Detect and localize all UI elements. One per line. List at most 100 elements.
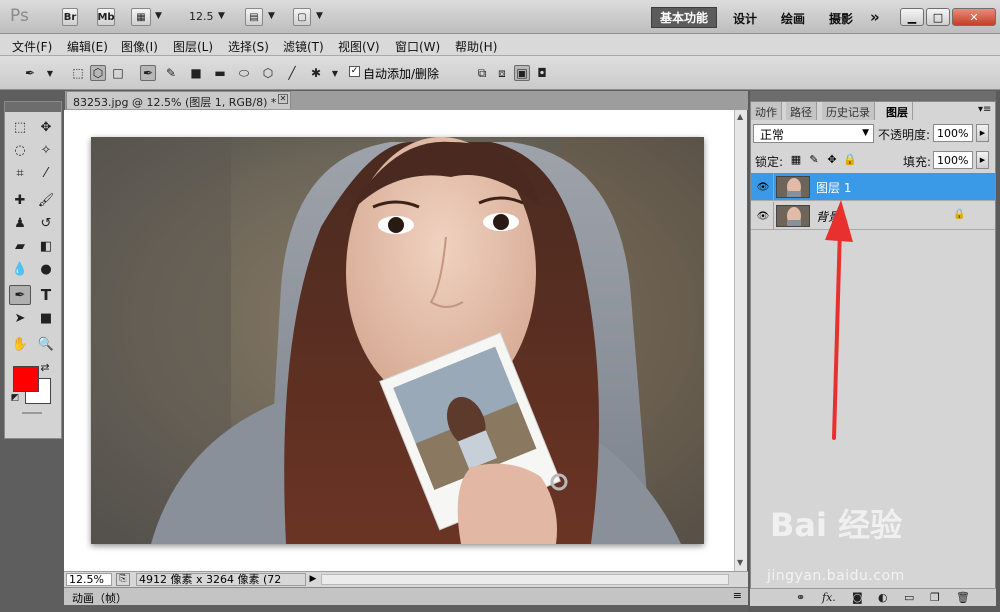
quick-selection-icon[interactable]: ✧: [35, 140, 57, 160]
more-workspaces-icon[interactable]: »: [870, 8, 880, 26]
add-mask-icon[interactable]: ◙: [852, 591, 863, 604]
gradient-icon[interactable]: ◧: [35, 236, 57, 256]
shape-layers-icon[interactable]: ⬚: [70, 65, 86, 81]
menu-view[interactable]: 视图(V): [338, 38, 380, 55]
ellipse-icon[interactable]: ⬭: [236, 65, 252, 81]
intersect-path-icon[interactable]: ▣: [514, 65, 530, 81]
freeform-pen-icon[interactable]: ✎: [163, 65, 179, 81]
lock-pixels-icon[interactable]: ✎: [807, 152, 821, 166]
view-extras-button[interactable]: ▦: [131, 8, 151, 26]
rounded-rectangle-icon[interactable]: ▬: [212, 65, 228, 81]
brush-icon[interactable]: 🖌: [35, 190, 57, 210]
arrange-documents-button[interactable]: ▤: [245, 8, 263, 26]
link-layers-icon[interactable]: ⚭: [796, 591, 805, 604]
foreground-color-swatch[interactable]: [13, 366, 39, 392]
custom-shape-icon[interactable]: ✱: [308, 65, 324, 81]
eyedropper-icon[interactable]: ⁄: [35, 163, 57, 183]
new-group-icon[interactable]: ▭: [904, 591, 914, 604]
layer-name[interactable]: 图层 1: [816, 179, 851, 196]
close-icon[interactable]: ✕: [278, 94, 288, 104]
line-icon[interactable]: ╱: [284, 65, 300, 81]
tab-layers[interactable]: 图层: [882, 102, 913, 120]
workspace-photography[interactable]: 摄影: [829, 10, 853, 27]
workspace-essentials[interactable]: 基本功能: [651, 7, 717, 28]
fill-pixels-icon[interactable]: □: [110, 65, 126, 81]
new-layer-icon[interactable]: ❐: [930, 591, 940, 604]
menu-help[interactable]: 帮助(H): [455, 38, 497, 55]
fill-slider-arrow-icon[interactable]: ▶: [976, 151, 989, 169]
toolbox-header[interactable]: [5, 102, 61, 112]
panel-menu-icon[interactable]: ▾≡: [978, 104, 991, 115]
opacity-slider-arrow-icon[interactable]: ▶: [976, 124, 989, 142]
zoom-level-readout[interactable]: 12.5: [189, 10, 214, 23]
panel-dock-header[interactable]: [750, 91, 996, 101]
close-button[interactable]: ✕: [952, 8, 996, 26]
subtract-path-icon[interactable]: ⧈: [494, 65, 510, 81]
pen-tool-preset-icon[interactable]: ✒: [22, 65, 38, 81]
fill-field[interactable]: 100%: [933, 151, 973, 169]
layer-style-icon[interactable]: fx.: [822, 591, 836, 604]
visibility-eye-icon[interactable]: 👁: [755, 208, 771, 224]
menu-filter[interactable]: 滤镜(T): [283, 38, 324, 55]
chevron-down-icon[interactable]: ▼: [218, 11, 225, 21]
workspace-design[interactable]: 设计: [733, 10, 757, 27]
healing-brush-icon[interactable]: ✚: [9, 190, 31, 210]
clone-stamp-icon[interactable]: ♟: [9, 213, 31, 233]
tab-history[interactable]: 历史记录: [822, 102, 875, 120]
minimize-button[interactable]: ▁: [900, 8, 924, 26]
animation-panel-tab[interactable]: 动画（帧） ≡: [64, 587, 748, 605]
mini-bridge-button[interactable]: Mb: [97, 8, 115, 26]
menu-file[interactable]: 文件(F): [12, 38, 52, 55]
zoom-field[interactable]: 12.5%: [66, 573, 112, 586]
chevron-down-icon[interactable]: ▼: [155, 11, 162, 21]
export-icon[interactable]: ⎘: [116, 573, 130, 586]
horizontal-scrollbar[interactable]: [321, 574, 729, 585]
screen-mode-button[interactable]: ▢: [293, 8, 311, 26]
lock-all-icon[interactable]: 🔒: [843, 152, 857, 166]
bridge-button[interactable]: Br: [62, 8, 78, 26]
opacity-field[interactable]: 100%: [933, 124, 973, 142]
pen-icon[interactable]: ✒: [140, 65, 156, 81]
path-selection-icon[interactable]: ➤: [9, 308, 31, 328]
zoom-icon[interactable]: 🔍: [35, 334, 57, 354]
move-icon[interactable]: ✥: [35, 117, 57, 137]
rectangle-icon[interactable]: ■: [188, 65, 204, 81]
lock-position-icon[interactable]: ✥: [825, 152, 839, 166]
pen-tool-icon[interactable]: ✒: [9, 285, 31, 305]
polygon-icon[interactable]: ⬡: [260, 65, 276, 81]
scroll-up-icon[interactable]: ▲: [737, 112, 743, 121]
swap-colors-icon[interactable]: ⇄: [38, 360, 52, 374]
maximize-button[interactable]: □: [926, 8, 950, 26]
rectangle-tool-icon[interactable]: ■: [35, 308, 57, 328]
auto-add-delete-checkbox[interactable]: ✓: [349, 66, 360, 77]
panel-menu-icon[interactable]: ≡: [733, 589, 742, 602]
document-tab[interactable]: 83253.jpg @ 12.5% (图层 1, RGB/8) * ✕: [66, 91, 291, 109]
chevron-down-icon[interactable]: ▼: [42, 65, 58, 81]
chevron-down-icon[interactable]: ▼: [316, 11, 323, 21]
workspace-painting[interactable]: 绘画: [781, 10, 805, 27]
default-colors-icon[interactable]: ◩: [9, 392, 21, 404]
hand-icon[interactable]: ✋: [9, 334, 31, 354]
adjustment-layer-icon[interactable]: ◐: [878, 591, 888, 604]
chevron-down-icon[interactable]: ▼: [327, 65, 343, 81]
scroll-down-icon[interactable]: ▼: [737, 558, 743, 567]
delete-layer-icon[interactable]: 🗑: [956, 591, 970, 604]
lasso-icon[interactable]: ◌: [9, 140, 31, 160]
paths-mode-icon[interactable]: ⬡: [90, 65, 106, 81]
document-image[interactable]: [91, 137, 704, 544]
dodge-icon[interactable]: ●: [35, 259, 57, 279]
menu-image[interactable]: 图像(I): [121, 38, 158, 55]
crop-icon[interactable]: ⌗: [9, 163, 31, 183]
menu-select[interactable]: 选择(S): [228, 38, 269, 55]
menu-layer[interactable]: 图层(L): [173, 38, 213, 55]
lock-transparent-icon[interactable]: ▦: [789, 152, 803, 166]
vertical-scrollbar[interactable]: ▲ ▼: [734, 110, 747, 571]
blur-icon[interactable]: 💧: [9, 259, 31, 279]
eraser-icon[interactable]: ▰: [9, 236, 31, 256]
visibility-eye-icon[interactable]: 👁: [755, 179, 771, 195]
type-tool-icon[interactable]: T: [35, 285, 57, 305]
chevron-down-icon[interactable]: ▼: [268, 11, 275, 21]
marquee-icon[interactable]: ⬚: [9, 117, 31, 137]
layer-row-layer1[interactable]: 👁 图层 1: [751, 173, 995, 201]
exclude-path-icon[interactable]: ◘: [534, 65, 550, 81]
